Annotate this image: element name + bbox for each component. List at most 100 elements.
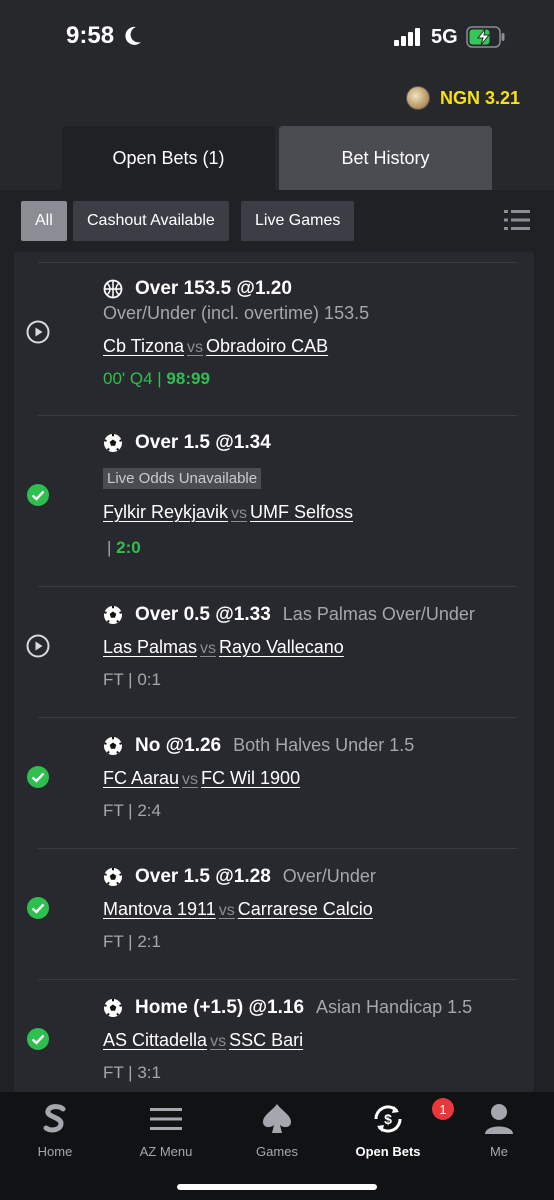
- football-icon: [104, 868, 122, 886]
- vs-label: vs: [200, 640, 217, 657]
- bet-market: Both Halves Under 1.5: [233, 735, 415, 755]
- final-result: FT | 3:1: [103, 1063, 161, 1082]
- away-team[interactable]: FC Wil 1900: [201, 768, 300, 788]
- away-team[interactable]: UMF Selfoss: [250, 502, 353, 522]
- bet-item[interactable]: Home (+1.5) @1.16 Asian Handicap 1.5 AS …: [14, 979, 534, 1092]
- away-team[interactable]: SSC Bari: [229, 1030, 303, 1050]
- bet-item[interactable]: No @1.26 Both Halves Under 1.5 FC Aarau v…: [14, 717, 534, 848]
- home-team[interactable]: Fylkir Reykjavik: [103, 502, 228, 522]
- balance-amount: NGN 3.21: [439, 87, 520, 108]
- list-view-icon[interactable]: [504, 209, 530, 231]
- status-time: 9:58: [66, 22, 115, 49]
- avatar[interactable]: [405, 86, 430, 110]
- bet-market: Over/Under (incl. overtime) 153.5: [103, 303, 370, 323]
- bet-pick: Over 0.5 @1.33: [135, 604, 271, 625]
- vs-label: vs: [187, 339, 204, 356]
- match-teams[interactable]: Fylkir Reykjavik vs UMF Selfoss: [103, 502, 353, 523]
- away-team[interactable]: Obradoiro CAB: [206, 336, 328, 356]
- nav-home[interactable]: Home: [0, 1102, 110, 1159]
- balance[interactable]: NGN 3.21: [405, 86, 520, 110]
- nav-me[interactable]: Me: [444, 1102, 554, 1159]
- nav-label: Me: [489, 1144, 509, 1159]
- home-team[interactable]: FC Aarau: [103, 768, 179, 788]
- nav-label: Games: [256, 1144, 298, 1159]
- football-icon: [104, 434, 122, 452]
- away-team[interactable]: Carrarese Calcio: [238, 899, 373, 919]
- bet-market: Asian Handicap 1.5: [316, 997, 473, 1017]
- header: NGN 3.21 Open Bets (1) Bet History: [0, 76, 554, 190]
- filter-all[interactable]: All: [21, 201, 67, 241]
- user-icon: [485, 1104, 513, 1134]
- home-team[interactable]: AS Cittadella: [103, 1030, 207, 1050]
- filter-cashout-available[interactable]: Cashout Available: [73, 201, 229, 241]
- sportybet-logo-icon: [43, 1104, 66, 1133]
- football-icon: [104, 606, 122, 624]
- nav-az-menu[interactable]: AZ Menu: [111, 1102, 221, 1159]
- bet-market: Las Palmas Over/Under: [282, 604, 475, 624]
- bet-item[interactable]: Over 153.5 @1.20 Over/Under (incl. overt…: [14, 252, 534, 415]
- away-team[interactable]: Rayo Vallecano: [219, 637, 344, 657]
- bet-pick: No @1.26: [135, 735, 222, 756]
- bet-item[interactable]: Over 1.5 @1.28 Over/Under Mantova 1911 vs…: [14, 848, 534, 979]
- home-team[interactable]: Cb Tizona: [103, 336, 184, 356]
- spade-icon: [263, 1104, 291, 1133]
- football-icon: [104, 999, 122, 1017]
- vs-label: vs: [210, 1033, 227, 1050]
- signal-icon: [394, 28, 420, 46]
- hamburger-menu-icon: [150, 1108, 182, 1130]
- final-result: FT | 0:1: [103, 670, 161, 689]
- network-type: 5G: [431, 26, 458, 48]
- won-check-icon: [27, 897, 49, 919]
- bet-pick: Over 153.5 @1.20: [135, 278, 292, 299]
- nav-label: Home: [37, 1144, 73, 1159]
- svg-text:$: $: [384, 1111, 392, 1127]
- match-teams[interactable]: FC Aarau vs FC Wil 1900: [103, 768, 300, 789]
- match-score: | 2:0: [107, 538, 141, 558]
- tab-bet-history[interactable]: Bet History: [279, 126, 492, 190]
- bet-pick: Home (+1.5) @1.16: [135, 997, 305, 1018]
- match-teams[interactable]: Mantova 1911 vs Carrarese Calcio: [103, 899, 373, 920]
- bet-item[interactable]: Over 1.5 @1.34 Live Odds Unavailable Fyl…: [14, 415, 534, 586]
- final-result: FT | 2:4: [103, 801, 161, 820]
- nav-games[interactable]: Games: [222, 1102, 332, 1159]
- bet-pick: Over 1.5 @1.28: [135, 866, 271, 887]
- home-team[interactable]: Mantova 1911: [103, 899, 216, 919]
- won-check-icon: [27, 1028, 49, 1050]
- bet-item[interactable]: Over 0.5 @1.33 Las Palmas Over/Under Las…: [14, 586, 534, 717]
- nav-label: AZ Menu: [139, 1144, 193, 1159]
- bet-tabs: Open Bets (1) Bet History: [62, 126, 492, 190]
- football-icon: [104, 737, 122, 755]
- bet-market: Over/Under: [282, 866, 376, 886]
- vs-label: vs: [231, 505, 248, 522]
- moon-icon: [125, 26, 141, 45]
- match-clock: 00' Q4 |: [103, 369, 167, 388]
- tab-open-bets[interactable]: Open Bets (1): [62, 126, 275, 190]
- live-score: 98:99: [166, 369, 210, 388]
- live-play-icon[interactable]: [26, 320, 50, 344]
- match-score: 00' Q4 | 98:99: [103, 369, 210, 389]
- bet-pick: Over 1.5 @1.34: [135, 432, 271, 453]
- match-teams[interactable]: AS Cittadella vs SSC Bari: [103, 1030, 303, 1051]
- won-check-icon: [27, 766, 49, 788]
- filter-bar: All Cashout Available Live Games: [0, 190, 554, 252]
- match-teams[interactable]: Las Palmas vs Rayo Vallecano: [103, 637, 344, 658]
- vs-label: vs: [182, 771, 199, 788]
- basketball-icon: [103, 279, 123, 299]
- home-indicator[interactable]: [177, 1184, 377, 1190]
- match-teams[interactable]: Cb Tizona vs Obradoiro CAB: [103, 336, 328, 357]
- battery-charging-icon: [466, 26, 505, 48]
- won-check-icon: [27, 484, 49, 506]
- home-team[interactable]: Las Palmas: [103, 637, 197, 657]
- nav-open-bets[interactable]: $ 1 Open Bets: [333, 1098, 454, 1159]
- open-bets-list: Over 153.5 @1.20 Over/Under (incl. overt…: [14, 252, 534, 1092]
- live-play-icon[interactable]: [26, 634, 50, 658]
- filter-live-games[interactable]: Live Games: [241, 201, 355, 241]
- vs-label: vs: [218, 902, 235, 919]
- live-odds-unavailable-badge: Live Odds Unavailable: [103, 468, 262, 489]
- score-separator: |: [107, 538, 117, 557]
- open-bets-icon: $: [374, 1105, 402, 1133]
- live-score: 2:0: [116, 538, 141, 557]
- status-bar: 9:58 5G: [0, 0, 554, 76]
- final-result: FT | 2:1: [103, 932, 161, 951]
- nav-label: Open Bets: [355, 1144, 421, 1159]
